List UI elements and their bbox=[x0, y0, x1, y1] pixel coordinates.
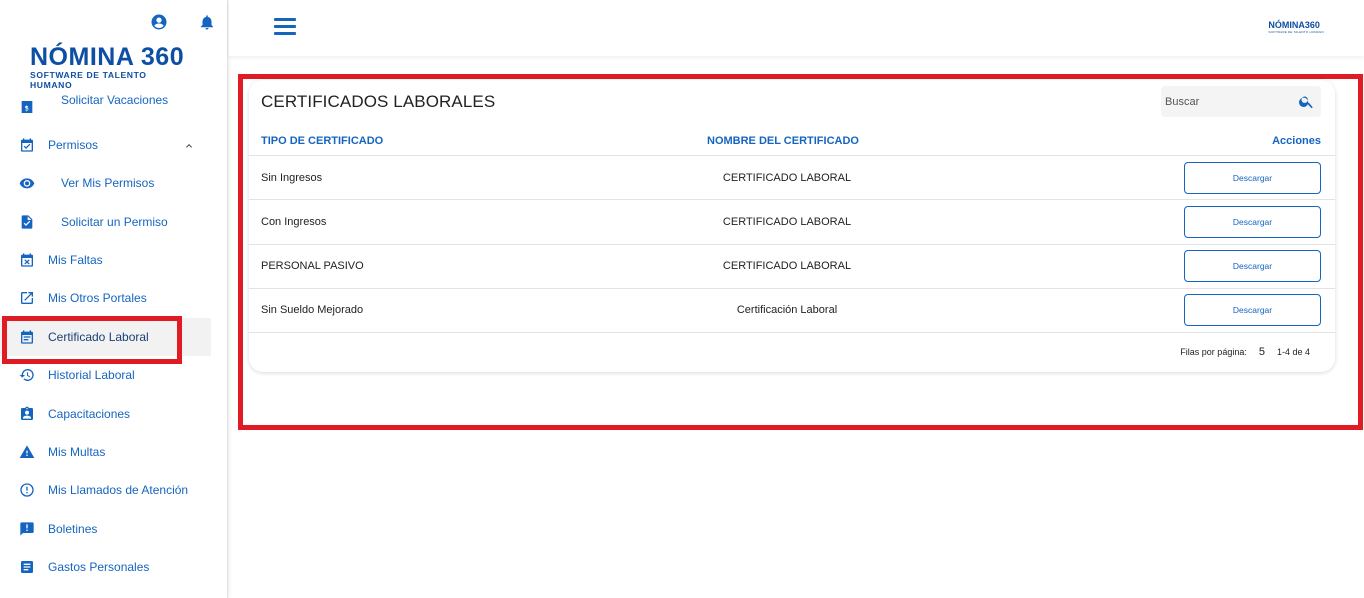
row-divider bbox=[249, 244, 1335, 245]
warning-icon bbox=[19, 444, 35, 460]
sidebar-item-mis-otros-portales[interactable]: Mis Otros Portales bbox=[0, 279, 211, 317]
brand-logo: NÓMINA 360 SOFTWARE DE TALENTO HUMANO bbox=[30, 44, 190, 90]
alert-circle-icon bbox=[19, 482, 35, 498]
row-divider bbox=[249, 332, 1335, 333]
cell-name: CERTIFICADO LABORAL bbox=[722, 260, 852, 272]
header-logo-name: NÓMINA360 bbox=[1268, 20, 1320, 30]
badge-icon bbox=[19, 406, 35, 422]
pagination-range: 1-4 de 4 bbox=[1276, 347, 1310, 357]
sidebar-item-label: Permisos bbox=[48, 138, 99, 152]
cell-type: Sin Sueldo Mejorado bbox=[261, 304, 364, 316]
svg-text:$: $ bbox=[24, 103, 29, 112]
sidebar-item-mis-multas[interactable]: Mis Multas bbox=[0, 433, 211, 471]
cell-type: Con Ingresos bbox=[261, 216, 327, 228]
sidebar-item-mis-llamados-atencion[interactable]: Mis Llamados de Atención bbox=[0, 471, 211, 509]
sidebar-item-gastos-personales[interactable]: Gastos Personales bbox=[0, 548, 211, 586]
sidebar-item-permisos[interactable]: Permisos bbox=[0, 126, 211, 164]
sidebar-item-label: Gastos Personales bbox=[48, 560, 150, 574]
highlight-box-sidebar bbox=[2, 316, 182, 364]
pagination: Filas por página: 5 1-4 de 4 bbox=[1180, 346, 1310, 358]
sidebar-item-label: Mis Multas bbox=[48, 445, 106, 459]
sidebar-item-solicitar-vacaciones[interactable]: $ Solicitar Vacaciones bbox=[0, 88, 211, 122]
row-divider bbox=[249, 155, 1335, 156]
search-input[interactable] bbox=[1161, 86, 1286, 117]
chevron-up-icon[interactable] bbox=[183, 139, 195, 151]
history-icon bbox=[19, 367, 35, 383]
sidebar-item-label: Mis Otros Portales bbox=[48, 291, 147, 305]
document-check-icon bbox=[19, 214, 35, 230]
rows-per-page-select[interactable]: 5 bbox=[1259, 346, 1265, 358]
sidebar-item-mis-faltas[interactable]: Mis Faltas bbox=[0, 241, 211, 279]
bell-icon[interactable] bbox=[198, 13, 216, 36]
row-divider bbox=[249, 199, 1335, 200]
download-button[interactable]: Descargar bbox=[1184, 206, 1321, 238]
sidebar-item-label: Solicitar un Permiso bbox=[61, 215, 168, 229]
header-logo: NÓMINA360 SOFTWARE DE TALENTO HUMANO bbox=[1268, 20, 1324, 34]
sidebar-item-label: Historial Laboral bbox=[48, 368, 135, 382]
download-button[interactable]: Descargar bbox=[1184, 162, 1321, 194]
header-logo-tagline: SOFTWARE DE TALENTO HUMANO bbox=[1268, 30, 1324, 34]
cell-type: PERSONAL PASIVO bbox=[261, 260, 364, 272]
sidebar: NÓMINA 360 SOFTWARE DE TALENTO HUMANO $ … bbox=[0, 0, 228, 598]
dollar-card-icon: $ bbox=[19, 99, 35, 115]
column-header-actions: Acciones bbox=[1272, 135, 1321, 147]
search-icon[interactable] bbox=[1298, 93, 1315, 110]
certificates-card: CERTIFICADOS LABORALES TIPO DE CERTIFICA… bbox=[249, 80, 1335, 372]
search-box bbox=[1161, 86, 1321, 117]
brand-tagline: SOFTWARE DE TALENTO HUMANO bbox=[30, 70, 147, 90]
sidebar-item-solicitar-permiso[interactable]: Solicitar un Permiso bbox=[0, 203, 211, 241]
sidebar-item-label: Capacitaciones bbox=[48, 407, 131, 421]
cell-name: Certificación Laboral bbox=[736, 304, 838, 316]
external-link-icon bbox=[19, 290, 35, 306]
announcement-icon bbox=[19, 521, 35, 537]
page-title: CERTIFICADOS LABORALES bbox=[261, 92, 496, 111]
calendar-check-icon bbox=[19, 137, 35, 153]
download-button[interactable]: Descargar bbox=[1184, 294, 1321, 326]
cell-name: CERTIFICADO LABORAL bbox=[722, 216, 852, 228]
sidebar-item-boletines[interactable]: Boletines bbox=[0, 510, 211, 548]
rows-per-page-label: Filas por página: bbox=[1180, 347, 1247, 357]
column-header-type[interactable]: TIPO DE CERTIFICADO bbox=[261, 135, 383, 147]
brand-name: NÓMINA 360 bbox=[30, 43, 185, 71]
hamburger-menu-icon[interactable] bbox=[274, 18, 296, 36]
sidebar-top-icons bbox=[150, 13, 216, 36]
sidebar-item-label: Solicitar Vacaciones bbox=[61, 93, 169, 107]
cell-type: Sin Ingresos bbox=[261, 172, 323, 184]
sidebar-item-label: Mis Faltas bbox=[48, 253, 103, 267]
calendar-x-icon bbox=[19, 252, 35, 268]
sidebar-item-label: Boletines bbox=[48, 522, 98, 536]
sidebar-item-label: Ver Mis Permisos bbox=[61, 176, 155, 190]
column-header-name[interactable]: NOMBRE DEL CERTIFICADO bbox=[707, 135, 859, 147]
row-divider bbox=[249, 288, 1335, 289]
cell-name: CERTIFICADO LABORAL bbox=[722, 172, 852, 184]
account-icon[interactable] bbox=[150, 13, 168, 36]
sidebar-item-ver-mis-permisos[interactable]: Ver Mis Permisos bbox=[0, 164, 211, 202]
sidebar-item-capacitaciones[interactable]: Capacitaciones bbox=[0, 395, 211, 433]
top-bar: NÓMINA360 SOFTWARE DE TALENTO HUMANO bbox=[229, 0, 1364, 56]
download-button[interactable]: Descargar bbox=[1184, 250, 1321, 282]
sidebar-item-label: Mis Llamados de Atención bbox=[48, 483, 189, 497]
list-box-icon bbox=[19, 559, 35, 575]
eye-icon bbox=[19, 175, 35, 191]
